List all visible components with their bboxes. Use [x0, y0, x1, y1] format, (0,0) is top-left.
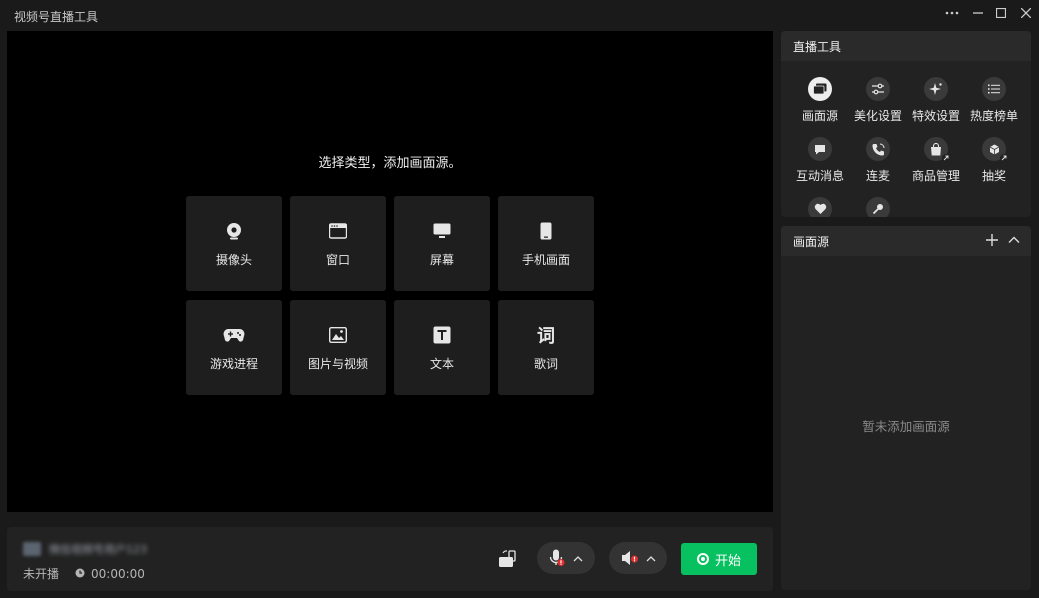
chevron-up-icon[interactable]	[646, 551, 656, 565]
source-label: 歌词	[533, 357, 558, 371]
maximize-icon[interactable]	[989, 3, 1013, 23]
source-label: 摄像头	[215, 253, 252, 267]
scene-source-icon	[808, 77, 832, 101]
camera-icon	[222, 219, 246, 243]
minimize-icon[interactable]	[966, 3, 990, 23]
close-icon[interactable]	[1014, 3, 1038, 23]
source-label: 手机画面	[521, 253, 570, 267]
phone-call-icon	[866, 137, 890, 161]
live-status: 未开播	[23, 567, 60, 581]
title-bar: 视频号直播工具	[0, 0, 1039, 30]
chevron-up-icon[interactable]	[573, 551, 583, 565]
tool-label: 画面源	[801, 109, 838, 123]
avatar	[23, 542, 41, 556]
microphone-icon	[866, 197, 890, 217]
empty-state-text: 暂未添加画面源	[862, 419, 950, 434]
source-type-grid: 摄像头 窗口 屏幕 手机画面 游戏进程 图片与视频 文本 词 歌词	[186, 196, 594, 395]
account-info: 微信视频号用户123	[23, 541, 147, 557]
list-icon	[982, 77, 1006, 101]
window-icon	[326, 219, 350, 243]
speaker-control[interactable]	[609, 542, 667, 574]
more-icon[interactable]	[940, 3, 964, 23]
live-tools-panel: 直播工具 画面源 美化设置 特效设置 热度榜单 互动消息 连麦 商品管理 抽奖	[781, 31, 1031, 217]
shopping-bag-icon	[924, 137, 950, 162]
tool-label: 商品管理	[911, 169, 960, 183]
tool-karaoke[interactable]	[843, 197, 913, 217]
monitor-icon	[430, 219, 454, 243]
preview-canvas: 选择类型，添加画面源。 摄像头 窗口 屏幕 手机画面 游戏进程 图片与视频 文本…	[7, 31, 773, 512]
live-tools-header: 直播工具	[781, 31, 1031, 61]
source-text-button[interactable]: 文本	[394, 300, 490, 395]
scene-sources-panel: 画面源 暂未添加画面源	[781, 226, 1031, 590]
gift-icon	[982, 137, 1008, 162]
tool-label: 连麦	[865, 169, 890, 183]
microphone-muted-icon[interactable]	[549, 549, 565, 567]
sliders-icon	[866, 77, 890, 101]
add-icon[interactable]	[985, 233, 999, 250]
source-lyrics-button[interactable]: 词 歌词	[498, 300, 594, 395]
record-icon	[696, 553, 709, 565]
live-status-row: 未开播 00:00:00	[23, 565, 145, 582]
phone-icon	[534, 219, 558, 243]
tool-label: 美化设置	[853, 109, 902, 123]
heart-icon	[808, 197, 832, 217]
speaker-muted-icon[interactable]	[621, 550, 639, 566]
tool-lottery[interactable]: 抽奖	[959, 137, 1029, 184]
scene-sources-title: 画面源	[793, 234, 830, 249]
image-icon	[326, 323, 350, 347]
chat-icon	[808, 137, 832, 161]
source-label: 游戏进程	[209, 357, 258, 371]
sparkle-icon	[924, 77, 948, 101]
clock-icon	[75, 567, 85, 581]
source-phone-button[interactable]: 手机画面	[498, 196, 594, 291]
source-label: 文本	[429, 357, 454, 371]
text-icon	[430, 323, 454, 347]
tool-hot-ranking[interactable]: 热度榜单	[959, 77, 1029, 124]
live-tools-title: 直播工具	[793, 39, 842, 54]
external-link-icon	[942, 154, 950, 162]
gamepad-icon	[222, 323, 246, 347]
preview-hint: 选择类型，添加画面源。	[318, 156, 462, 171]
collapse-icon[interactable]	[1007, 233, 1021, 250]
source-label: 图片与视频	[307, 357, 368, 371]
source-camera-button[interactable]: 摄像头	[186, 196, 282, 291]
tool-label: 互动消息	[795, 169, 844, 183]
scene-sources-actions	[985, 233, 1021, 250]
source-label: 窗口	[325, 253, 350, 267]
source-game-button[interactable]: 游戏进程	[186, 300, 282, 395]
tool-label: 抽奖	[981, 169, 1006, 183]
tool-label: 热度榜单	[969, 109, 1018, 123]
source-label: 屏幕	[429, 253, 454, 267]
scene-sources-header: 画面源	[781, 226, 1031, 256]
app-title: 视频号直播工具	[14, 10, 99, 24]
tool-label: 特效设置	[911, 109, 960, 123]
start-live-button[interactable]: 开始	[681, 543, 757, 575]
bottom-control-bar: 微信视频号用户123 未开播 00:00:00 开始	[7, 527, 773, 591]
rotate-screen-icon[interactable]	[497, 549, 519, 572]
live-timer: 00:00:00	[91, 566, 145, 581]
external-link-icon	[1000, 154, 1008, 162]
account-name: 微信视频号用户123	[49, 543, 147, 556]
start-label: 开始	[714, 553, 741, 569]
microphone-control[interactable]	[537, 542, 595, 574]
source-image-video-button[interactable]: 图片与视频	[290, 300, 386, 395]
lyrics-icon: 词	[537, 326, 555, 347]
source-screen-button[interactable]: 屏幕	[394, 196, 490, 291]
source-window-button[interactable]: 窗口	[290, 196, 386, 291]
